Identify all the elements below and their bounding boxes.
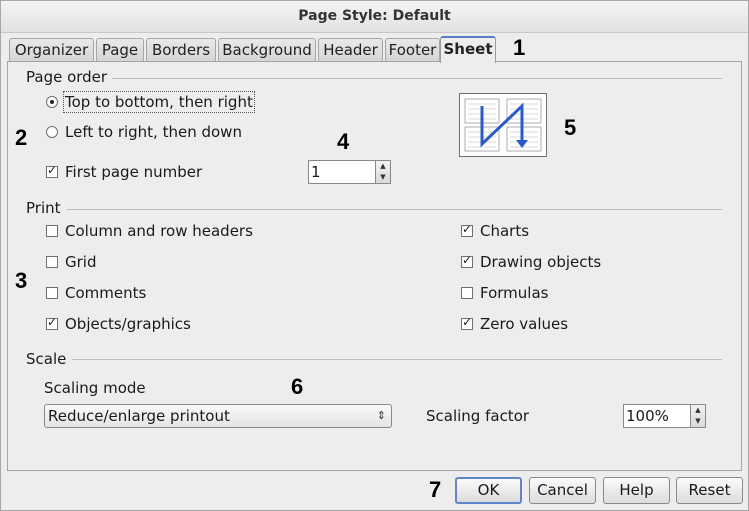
objects-graphics-checkbox[interactable]: Objects/graphics [46, 314, 191, 334]
checkbox-indicator [461, 253, 473, 268]
cancel-button[interactable]: Cancel [529, 477, 596, 504]
callout-4: 4 [337, 129, 350, 154]
callout-7: 7 [429, 477, 442, 502]
page-order-preview-graphic [464, 98, 542, 152]
radio-indicator [46, 96, 58, 108]
tab-background[interactable]: Background [218, 38, 316, 62]
column-row-headers-checkbox[interactable]: Column and row headers [46, 221, 253, 241]
grid-checkbox[interactable]: Grid [46, 252, 96, 272]
tab-borders[interactable]: Borders [146, 38, 216, 62]
radio-label: Top to bottom, then right [63, 91, 255, 113]
stepper-arrows[interactable]: ▲ ▼ [691, 404, 706, 428]
checkbox-label: Formulas [480, 284, 549, 302]
checkbox-label: Drawing objects [480, 253, 602, 271]
checkbox-indicator [461, 287, 473, 299]
page-style-dialog: Page Style: Default Organizer Page Borde… [0, 0, 749, 511]
radio-label: Left to right, then down [65, 123, 242, 141]
reset-button[interactable]: Reset [676, 477, 743, 504]
help-button[interactable]: Help [603, 477, 670, 504]
print-divider [67, 209, 722, 210]
scale-heading: Scale [26, 350, 67, 368]
chevron-down-icon[interactable]: ▼ [376, 172, 390, 183]
callout-3: 3 [15, 268, 28, 293]
first-page-number-checkbox[interactable]: First page number [46, 162, 202, 182]
checkbox-indicator [461, 315, 473, 330]
checkbox-label: Grid [65, 253, 97, 271]
scaling-mode-select[interactable]: Reduce/enlarge printout ⇕ [44, 404, 392, 428]
tab-header[interactable]: Header [318, 38, 383, 62]
tab-footer[interactable]: Footer [385, 38, 440, 62]
charts-checkbox[interactable]: Charts [461, 221, 529, 241]
checkbox-indicator [46, 315, 58, 330]
drawing-objects-checkbox[interactable]: Drawing objects [461, 252, 601, 272]
page-order-heading: Page order [26, 68, 108, 86]
title-bar: Page Style: Default [1, 1, 748, 33]
print-heading: Print [26, 199, 61, 217]
first-page-number-input[interactable]: 1 [308, 160, 376, 184]
callout-5: 5 [564, 115, 577, 140]
chevron-up-icon[interactable]: ▲ [691, 405, 705, 416]
checkbox-indicator [46, 287, 58, 299]
stepper-arrows[interactable]: ▲ ▼ [376, 160, 391, 184]
checkbox-label: First page number [65, 163, 203, 181]
comments-checkbox[interactable]: Comments [46, 283, 146, 303]
callout-1: 1 [513, 35, 526, 60]
scale-divider [72, 359, 722, 360]
tab-sheet[interactable]: Sheet [440, 36, 496, 63]
page-order-divider [112, 78, 722, 79]
callout-2: 2 [15, 125, 28, 150]
scaling-mode-value: Reduce/enlarge printout [48, 407, 230, 425]
checkbox-indicator [46, 256, 58, 268]
tab-organizer[interactable]: Organizer [9, 38, 94, 62]
scaling-factor-input[interactable]: 100% [623, 404, 691, 428]
checkbox-label: Column and row headers [65, 222, 253, 240]
radio-left-to-right[interactable]: Left to right, then down [46, 122, 242, 142]
checkbox-indicator [46, 225, 58, 237]
tab-page[interactable]: Page [96, 38, 144, 62]
chevron-up-down-icon: ⇕ [376, 409, 386, 422]
checkbox-label: Objects/graphics [65, 315, 191, 333]
page-order-preview-icon [459, 93, 547, 157]
chevron-up-icon[interactable]: ▲ [376, 161, 390, 172]
scaling-mode-label: Scaling mode [44, 379, 146, 397]
scaling-factor-label: Scaling factor [426, 407, 530, 425]
ok-button[interactable]: OK [455, 477, 522, 504]
radio-top-to-bottom[interactable]: Top to bottom, then right [46, 91, 255, 113]
first-page-number-stepper[interactable]: 1 ▲ ▼ [308, 160, 391, 184]
zero-values-checkbox[interactable]: Zero values [461, 314, 568, 334]
checkbox-indicator [461, 222, 473, 237]
formulas-checkbox[interactable]: Formulas [461, 283, 548, 303]
callout-6: 6 [291, 374, 304, 399]
scaling-factor-stepper[interactable]: 100% ▲ ▼ [623, 404, 706, 428]
chevron-down-icon[interactable]: ▼ [691, 416, 705, 427]
window-title: Page Style: Default [298, 8, 451, 24]
radio-indicator [46, 126, 58, 138]
checkbox-label: Charts [480, 222, 530, 240]
checkbox-indicator [46, 163, 58, 178]
checkbox-label: Comments [65, 284, 147, 302]
checkbox-label: Zero values [480, 315, 569, 333]
